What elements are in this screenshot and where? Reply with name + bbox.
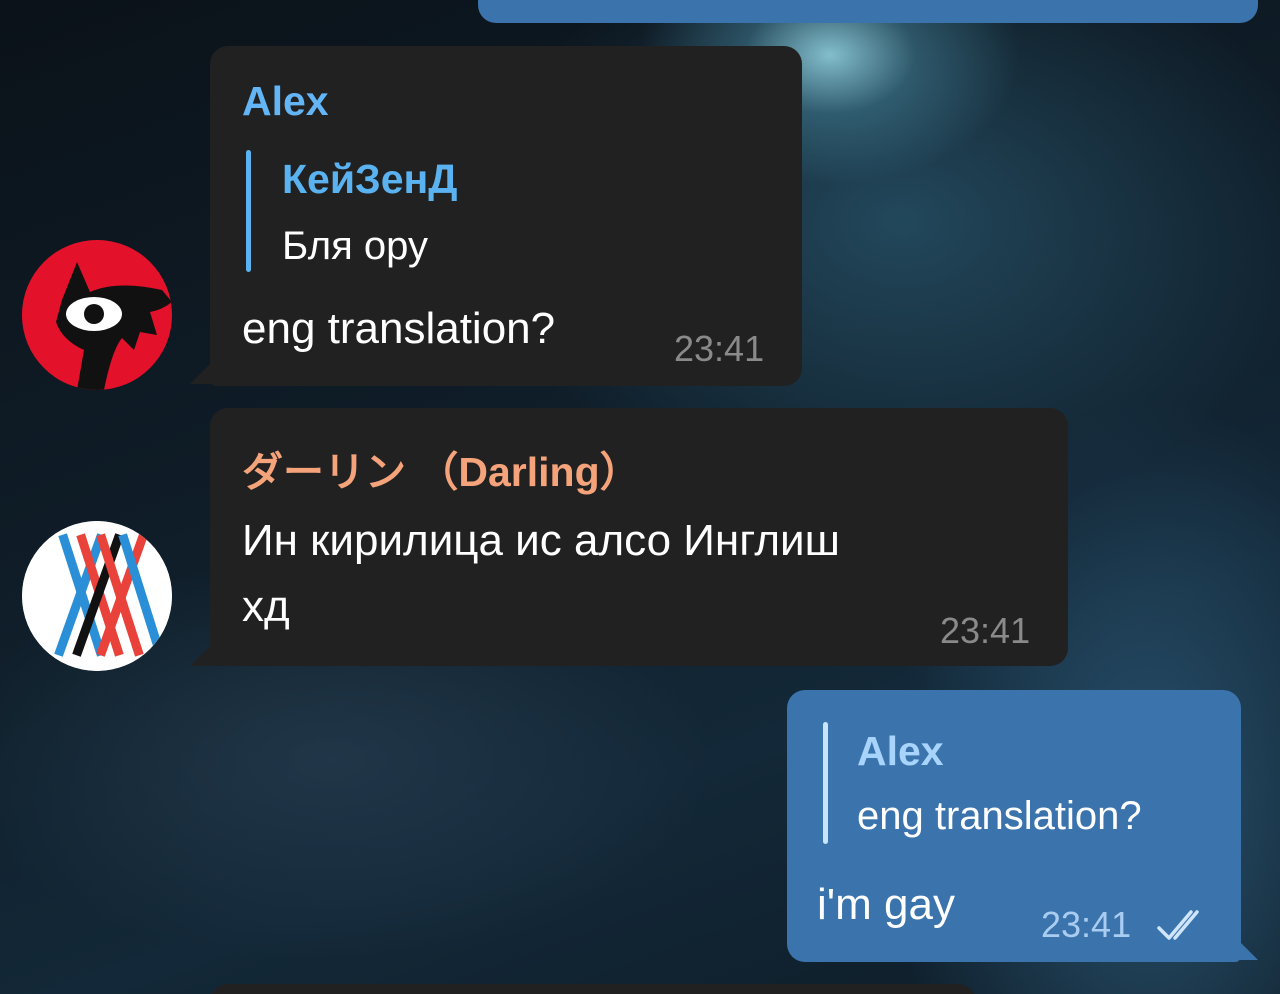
red-creature-icon — [22, 240, 172, 390]
sender-avatar-alex[interactable] — [22, 240, 172, 390]
message-text-line-2: хд — [242, 582, 290, 631]
message-text-line-1: Ин кирилица ис алсо Инглиш — [242, 516, 840, 565]
message-time: 23:41 — [1041, 904, 1132, 945]
message-bubble-partial-top[interactable] — [478, 0, 1258, 23]
reply-sender-name[interactable]: КейЗенД — [282, 156, 458, 203]
sender-name[interactable]: ダーリン （Darling） — [242, 438, 641, 498]
reply-accent-bar — [823, 722, 828, 844]
reply-text[interactable]: Бля ору — [282, 224, 428, 269]
message-time: 23:41 — [674, 328, 765, 369]
double-check-icon — [1157, 910, 1199, 940]
message-bubble-outgoing[interactable]: Alex eng translation? i'm gay 23:41 — [787, 690, 1241, 962]
sender-avatar-darling[interactable] — [22, 521, 172, 671]
darling-xx-icon — [22, 521, 172, 671]
reply-accent-bar — [246, 150, 251, 272]
reply-sender-name[interactable]: Alex — [857, 728, 944, 775]
message-text: i'm gay — [817, 880, 955, 929]
reply-text[interactable]: eng translation? — [857, 794, 1142, 839]
message-bubble-partial-bottom[interactable] — [210, 984, 976, 994]
chat-background: Alex КейЗенД Бля ору eng translation? 23… — [0, 0, 1280, 994]
sender-name[interactable]: Alex — [242, 78, 329, 125]
message-bubble-alex[interactable]: Alex КейЗенД Бля ору eng translation? 23… — [210, 46, 802, 386]
message-text: eng translation? — [242, 304, 556, 353]
message-time: 23:41 — [940, 610, 1031, 651]
message-bubble-darling[interactable]: ダーリン （Darling） Ин кирилица ис алсо Ингли… — [210, 408, 1068, 666]
